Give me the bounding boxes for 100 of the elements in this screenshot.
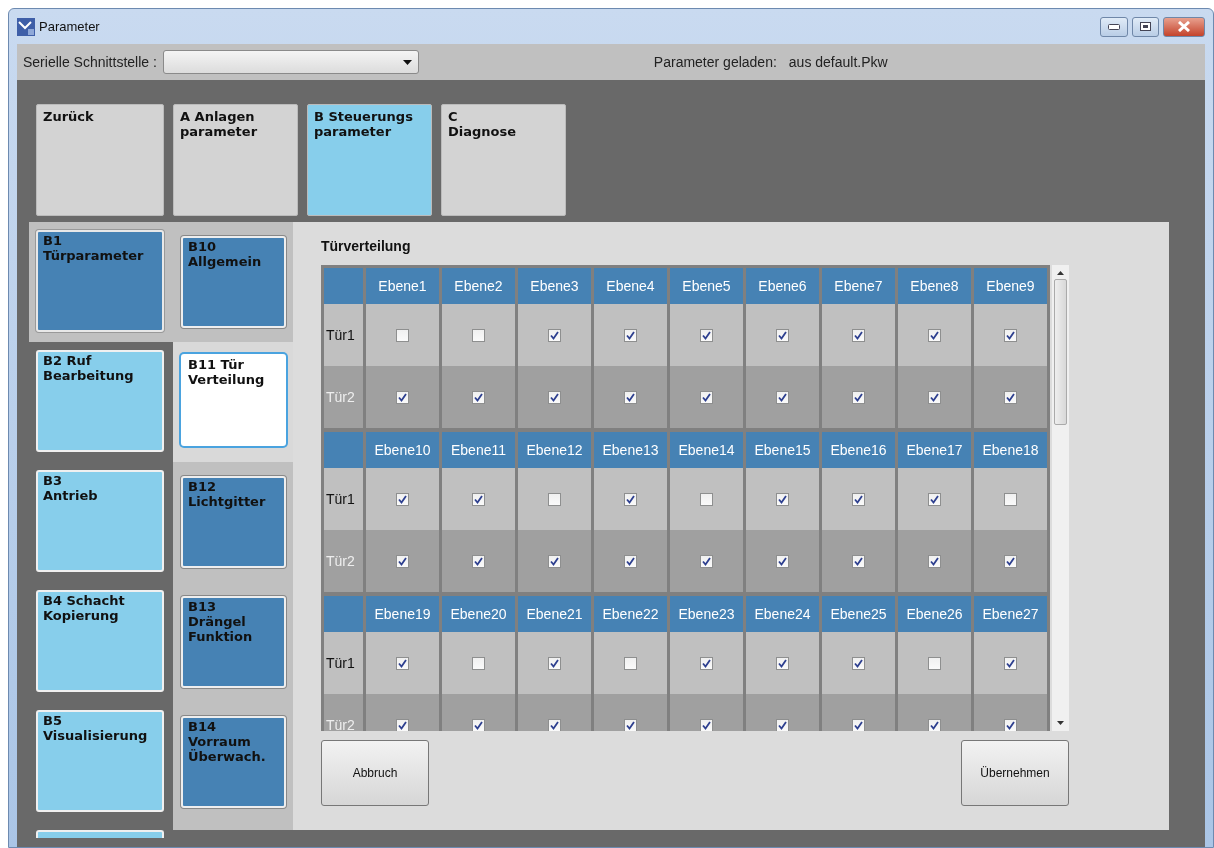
checkbox[interactable] [1004, 656, 1017, 670]
checkbox[interactable] [776, 328, 789, 342]
scroll-down-icon[interactable] [1057, 721, 1064, 725]
column-header: Ebene9 [974, 268, 1047, 304]
checkbox[interactable] [548, 554, 561, 568]
checkbox[interactable] [852, 492, 865, 506]
checkbox[interactable] [928, 390, 941, 404]
subsection-button[interactable]: B10 Allgemein [181, 236, 286, 328]
checkbox[interactable] [700, 656, 713, 670]
checkbox[interactable] [776, 390, 789, 404]
row-label: Tür1 [324, 468, 363, 530]
checkbox[interactable] [396, 328, 409, 342]
checkbox[interactable] [928, 718, 941, 731]
column-header: Ebene26 [898, 596, 971, 632]
nav-tab[interactable]: C Diagnose [441, 104, 566, 216]
subsection-button[interactable]: B11 Tür Verteilung [181, 354, 286, 446]
scroll-thumb[interactable] [1054, 279, 1067, 425]
checkbox[interactable] [396, 656, 409, 670]
nav-tab[interactable]: A Anlagen parameter [173, 104, 298, 216]
checkbox[interactable] [624, 328, 637, 342]
cancel-button[interactable]: Abbruch [321, 740, 429, 806]
column-header: Ebene20 [442, 596, 515, 632]
section-button[interactable]: B3 Antrieb [36, 470, 164, 572]
column-header: Ebene18 [974, 432, 1047, 468]
checkbox[interactable] [776, 718, 789, 731]
checkbox[interactable] [396, 718, 409, 731]
checkbox[interactable] [1004, 492, 1017, 506]
column-header: Ebene11 [442, 432, 515, 468]
column-header: Ebene13 [594, 432, 667, 468]
maximize-button[interactable] [1132, 16, 1159, 37]
checkbox[interactable] [472, 492, 485, 506]
checkbox[interactable] [472, 554, 485, 568]
checkbox[interactable] [700, 554, 713, 568]
checkbox[interactable] [852, 718, 865, 731]
checkbox[interactable] [1004, 554, 1017, 568]
checkbox[interactable] [472, 390, 485, 404]
checkbox[interactable] [624, 656, 637, 670]
scroll-up-icon[interactable] [1057, 271, 1064, 275]
apply-button[interactable]: Übernehmen [961, 740, 1069, 806]
section-button[interactable]: B4 Schacht Kopierung [36, 590, 164, 692]
checkbox[interactable] [1004, 328, 1017, 342]
checkbox[interactable] [700, 328, 713, 342]
checkbox[interactable] [776, 492, 789, 506]
row-label: Tür2 [324, 530, 363, 592]
header-cell [324, 432, 363, 468]
checkbox[interactable] [928, 656, 941, 670]
scrollbar[interactable] [1052, 265, 1069, 731]
checkbox[interactable] [776, 554, 789, 568]
subsection-button[interactable]: B12 Lichtgitter [181, 476, 286, 568]
status-value: aus default.Pkw [788, 52, 888, 72]
minimize-icon [1108, 23, 1120, 30]
port-label: Serielle Schnittstelle : [23, 52, 157, 72]
column-header: Ebene27 [974, 596, 1047, 632]
nav-tab[interactable]: Zurück [36, 104, 164, 216]
checkbox[interactable] [928, 554, 941, 568]
checkbox[interactable] [548, 492, 561, 506]
checkbox[interactable] [852, 554, 865, 568]
checkbox[interactable] [624, 492, 637, 506]
checkbox[interactable] [472, 718, 485, 731]
checkbox[interactable] [624, 718, 637, 731]
checkbox[interactable] [624, 390, 637, 404]
section-button[interactable]: B5 Visualisierung [36, 710, 164, 812]
checkbox[interactable] [852, 656, 865, 670]
port-dropdown[interactable] [162, 50, 419, 74]
checkbox[interactable] [928, 492, 941, 506]
column-header: Ebene15 [746, 432, 819, 468]
checkbox[interactable] [1004, 718, 1017, 731]
checkbox[interactable] [700, 390, 713, 404]
checkbox[interactable] [700, 492, 713, 506]
column-header: Ebene5 [670, 268, 743, 304]
checkbox[interactable] [396, 390, 409, 404]
column-header: Ebene6 [746, 268, 819, 304]
column-header: Ebene16 [822, 432, 895, 468]
column-header: Ebene12 [518, 432, 591, 468]
subsection-button[interactable]: B14 Vorraum Überwach. [181, 716, 286, 808]
checkbox[interactable] [548, 718, 561, 731]
section-button[interactable]: B2 Ruf Bearbeitung [36, 350, 164, 452]
checkbox[interactable] [1004, 390, 1017, 404]
subsection-button[interactable]: B13 Drängel Funktion [181, 596, 286, 688]
checkbox[interactable] [472, 656, 485, 670]
checkbox[interactable] [852, 328, 865, 342]
checkbox[interactable] [700, 718, 713, 731]
nav-tab[interactable]: B Steuerungs parameter [307, 104, 432, 216]
minimize-button[interactable] [1100, 16, 1128, 37]
checkbox[interactable] [548, 656, 561, 670]
checkbox[interactable] [852, 390, 865, 404]
checkbox[interactable] [396, 554, 409, 568]
column-header: Ebene23 [670, 596, 743, 632]
close-button[interactable] [1163, 16, 1205, 37]
column-header: Ebene4 [594, 268, 667, 304]
checkbox[interactable] [548, 328, 561, 342]
checkbox[interactable] [548, 390, 561, 404]
checkbox[interactable] [472, 328, 485, 342]
checkbox[interactable] [624, 554, 637, 568]
column-header: Ebene19 [366, 596, 439, 632]
checkbox[interactable] [396, 492, 409, 506]
checkbox[interactable] [776, 656, 789, 670]
checkbox[interactable] [928, 328, 941, 342]
column-header: Ebene17 [898, 432, 971, 468]
section-button[interactable]: B1 Türparameter [36, 230, 164, 332]
